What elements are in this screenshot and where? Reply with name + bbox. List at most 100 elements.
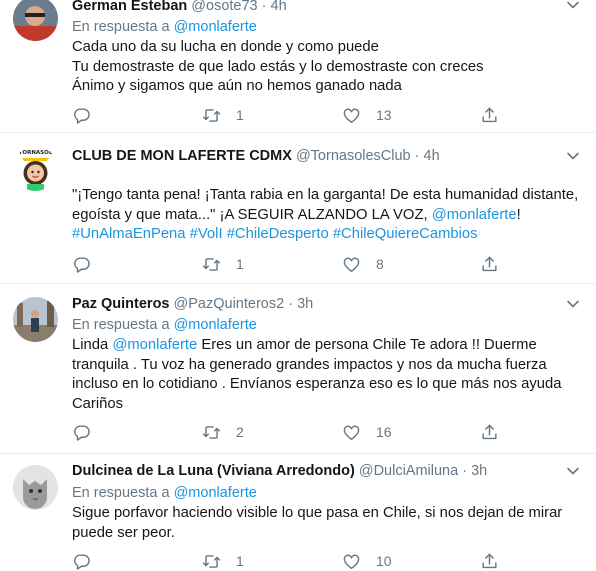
user-handle[interactable]: @osote73 [191, 0, 257, 14]
reply-icon [72, 106, 91, 125]
share-icon [480, 106, 499, 125]
mention-link[interactable]: @monlaferte [174, 317, 257, 333]
retweet-count: 1 [236, 256, 244, 272]
mention-link[interactable]: @monlaferte [112, 337, 197, 353]
separator: · [261, 0, 267, 14]
reply-context: En respuesta a @monlaferte [72, 18, 257, 36]
text-segment: ! [516, 206, 521, 223]
separator: · [288, 296, 294, 312]
text-line: Cariños [72, 395, 123, 412]
mention-link[interactable]: @monlaferte [174, 485, 257, 501]
retweet-button[interactable]: 1 [202, 254, 244, 274]
text-segment: Linda [72, 337, 113, 353]
text-line: Ánimo y sigamos que aún no hemos ganado … [72, 78, 402, 94]
reply-prefix: En respuesta a [72, 485, 170, 501]
user-handle[interactable]: @PazQuinteros2 [174, 296, 285, 312]
text-line: "¡Tengo tanta pena! ¡Tanta rabia en la g… [72, 187, 579, 203]
timestamp[interactable]: 3h [471, 463, 487, 479]
tweet-text: "¡Tengo tanta pena! ¡Tanta rabia en la g… [72, 186, 579, 245]
text-line: incluso en lo cotidiano . Envíanos esper… [72, 376, 562, 392]
text-line: Sigue porfavor haciendo visible lo que p… [72, 505, 563, 521]
caret-down-icon[interactable] [566, 466, 580, 476]
reply-context: En respuesta a @monlaferte [72, 316, 257, 334]
mention-link[interactable]: @monlaferte [432, 207, 517, 223]
avatar[interactable] [13, 465, 58, 510]
share-icon [480, 552, 499, 571]
display-name[interactable]: German Esteban [72, 0, 187, 14]
reply-button[interactable] [72, 254, 106, 274]
reply-feed: German Esteban @osote73 · 4h En respuest… [0, 0, 596, 571]
timestamp[interactable]: 4h [424, 148, 440, 164]
tweet-club-mon-laferte[interactable]: TORNASOL CLUB DE MON LAFERTE CDMX @Torna… [0, 133, 596, 284]
heart-icon [342, 552, 361, 571]
hashtag-link[interactable]: #VolI [190, 226, 223, 242]
share-button[interactable] [480, 105, 499, 125]
share-icon [480, 255, 499, 274]
text-segment: Eres un amor de persona Chile Te adora !… [197, 337, 537, 353]
display-name[interactable]: Paz Quinteros [72, 296, 170, 312]
reply-prefix: En respuesta a [72, 19, 170, 35]
separator: · [462, 463, 468, 479]
tweet-text: Sigue porfavor haciendo visible lo que p… [72, 504, 577, 543]
tweet-text: Linda @monlaferte Eres un amor de person… [72, 336, 577, 414]
share-button[interactable] [480, 422, 499, 442]
action-bar: 1 13 [72, 105, 512, 125]
reply-context: En respuesta a @monlaferte [72, 484, 257, 502]
action-bar: 1 10 [72, 551, 512, 571]
retweet-count: 2 [236, 424, 244, 440]
retweet-icon [202, 552, 221, 571]
text-line: tranquila . Tu voz ha generado grandes i… [72, 356, 547, 373]
retweet-icon [202, 255, 221, 274]
like-button[interactable]: 16 [342, 422, 392, 442]
reply-button[interactable] [72, 551, 106, 571]
retweet-button[interactable]: 1 [202, 551, 244, 571]
tweet-dulcinea-de-la-luna[interactable]: Dulcinea de La Luna (Viviana Arredondo) … [0, 454, 596, 571]
timestamp[interactable]: 4h [271, 0, 287, 14]
reply-icon [72, 552, 91, 571]
mention-link[interactable]: @monlaferte [174, 19, 257, 35]
like-button[interactable]: 13 [342, 105, 392, 125]
heart-icon [342, 423, 361, 442]
caret-down-icon[interactable] [566, 0, 580, 10]
display-name[interactable]: Dulcinea de La Luna (Viviana Arredondo) [72, 463, 355, 479]
reply-icon [72, 255, 91, 274]
retweet-button[interactable]: 2 [202, 422, 244, 442]
caret-down-icon[interactable] [566, 299, 580, 309]
user-handle[interactable]: @TornasolesClub [296, 148, 411, 164]
like-count: 10 [376, 553, 392, 569]
reply-prefix: En respuesta a [72, 317, 170, 333]
text-line: egoísta y que mata..." ¡A SEGUIR ALZANDO… [72, 206, 577, 226]
like-button[interactable]: 10 [342, 551, 392, 571]
avatar-logo-text: TORNASOL [19, 150, 53, 156]
separator: · [414, 148, 420, 164]
avatar[interactable] [13, 0, 58, 41]
share-button[interactable] [480, 551, 499, 571]
hashtag-link[interactable]: #ChileQuiereCambios [333, 226, 478, 242]
tweet-text: Cada uno da su lucha en donde y como pue… [72, 38, 577, 97]
text-line: Tu demostraste de que lado estás y lo de… [72, 58, 484, 75]
heart-icon [342, 255, 361, 274]
share-icon [480, 423, 499, 442]
timestamp[interactable]: 3h [297, 296, 313, 312]
avatar[interactable]: TORNASOL [13, 146, 58, 191]
action-bar: 1 8 [72, 254, 512, 274]
retweet-count: 1 [236, 107, 244, 123]
display-name[interactable]: CLUB DE MON LAFERTE CDMX [72, 148, 292, 164]
like-button[interactable]: 8 [342, 254, 384, 274]
reply-button[interactable] [72, 422, 106, 442]
share-button[interactable] [480, 254, 499, 274]
like-count: 8 [376, 256, 384, 272]
tweet-paz-quinteros[interactable]: Paz Quinteros @PazQuinteros2 · 3h En res… [0, 284, 596, 454]
hashtag-link[interactable]: #UnAlmaEnPena [72, 226, 186, 242]
text-line: puede ser peor. [72, 524, 175, 541]
caret-down-icon[interactable] [566, 151, 580, 161]
hashtag-link[interactable]: #ChileDesperto [227, 226, 329, 242]
retweet-button[interactable]: 1 [202, 105, 244, 125]
text-segment: egoísta y que mata..." ¡A SEGUIR ALZANDO… [72, 206, 432, 223]
heart-icon [342, 106, 361, 125]
user-handle[interactable]: @DulciAmiluna [359, 463, 458, 479]
reply-button[interactable] [72, 105, 106, 125]
avatar[interactable] [13, 297, 58, 342]
tweet-german-esteban[interactable]: German Esteban @osote73 · 4h En respuest… [0, 0, 596, 133]
reply-icon [72, 423, 91, 442]
